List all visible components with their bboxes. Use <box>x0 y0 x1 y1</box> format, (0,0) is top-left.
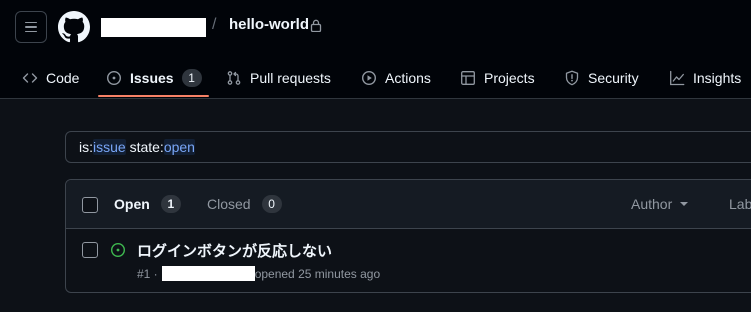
table-icon <box>461 71 475 85</box>
search-token: is: <box>79 139 93 155</box>
menu-bar <box>25 26 37 28</box>
open-label: Open <box>114 196 150 212</box>
issue-opened-icon <box>110 242 126 258</box>
path-separator: / <box>212 16 217 33</box>
tab-label: Projects <box>484 70 535 86</box>
open-count-badge: 1 <box>160 195 181 213</box>
tab-label: Security <box>588 70 639 86</box>
issue-title-link[interactable]: ログインボタンが反応しない <box>137 240 332 261</box>
tab-label: Code <box>46 70 80 86</box>
tab-issues[interactable]: Issues 1 <box>106 58 202 98</box>
tab-pull-requests[interactable]: Pull requests <box>226 58 331 98</box>
play-icon <box>361 70 377 86</box>
github-logo-icon[interactable] <box>58 11 90 43</box>
graph-icon <box>670 70 685 86</box>
active-tab-indicator <box>98 95 209 97</box>
select-all-checkbox[interactable] <box>82 197 98 213</box>
issue-checkbox[interactable] <box>82 242 98 258</box>
tab-insights[interactable]: Insights <box>669 58 741 98</box>
tab-projects[interactable]: Projects <box>460 58 535 98</box>
menu-bar <box>25 21 37 24</box>
tab-security[interactable]: Security <box>564 58 639 98</box>
issue-opened-icon <box>106 70 122 86</box>
tab-actions[interactable]: Actions <box>361 58 431 98</box>
repo-nav-tabs: Code Issues 1 Pull requests Actions Proj… <box>0 58 751 99</box>
issues-list: Open 1 Closed 0 Author Lab ログインボタンが反応しない… <box>65 179 751 293</box>
tab-code[interactable]: Code <box>22 58 79 98</box>
author-filter-label: Author <box>631 196 673 212</box>
issues-count-badge: 1 <box>181 69 202 87</box>
lock-icon <box>310 19 322 32</box>
issues-search-input[interactable]: is:issue state:open <box>65 131 751 163</box>
author-filter-dropdown[interactable]: Author <box>631 196 689 212</box>
issue-opened-time: opened 25 minutes ago <box>254 266 381 281</box>
closed-issues-toggle[interactable]: Closed 0 <box>207 195 282 213</box>
search-token: state: <box>125 139 164 155</box>
closed-count-badge: 0 <box>261 195 282 213</box>
issue-number: #1 · <box>137 266 158 281</box>
tab-label: Insights <box>693 70 742 86</box>
git-pull-request-icon <box>227 71 241 85</box>
search-token-highlight: open <box>163 139 195 155</box>
tab-label: Issues <box>130 70 174 86</box>
owner-name-redacted[interactable] <box>101 18 206 37</box>
shield-icon <box>565 70 579 86</box>
issue-author-redacted[interactable] <box>161 266 255 281</box>
open-issues-toggle[interactable]: Open 1 <box>114 195 181 213</box>
repo-header: / hello-world Code Issues 1 Pull request… <box>0 0 751 99</box>
closed-label: Closed <box>207 196 251 212</box>
issues-list-header: Open 1 Closed 0 Author Lab <box>66 180 751 229</box>
search-token-highlight: issue <box>93 139 126 155</box>
menu-button[interactable] <box>15 11 47 43</box>
issue-meta: #1 · opened 25 minutes ago <box>137 266 380 281</box>
chevron-down-icon <box>680 202 689 206</box>
labels-filter-label: Lab <box>729 196 751 212</box>
labels-filter-dropdown[interactable]: Lab <box>729 196 751 212</box>
menu-bar <box>25 30 37 33</box>
tab-label: Pull requests <box>250 70 331 86</box>
code-icon <box>22 73 38 83</box>
repo-name-link[interactable]: hello-world <box>229 16 309 33</box>
tab-label: Actions <box>385 70 431 86</box>
issue-list-item: ログインボタンが反応しない #1 · opened 25 minutes ago <box>66 229 751 292</box>
